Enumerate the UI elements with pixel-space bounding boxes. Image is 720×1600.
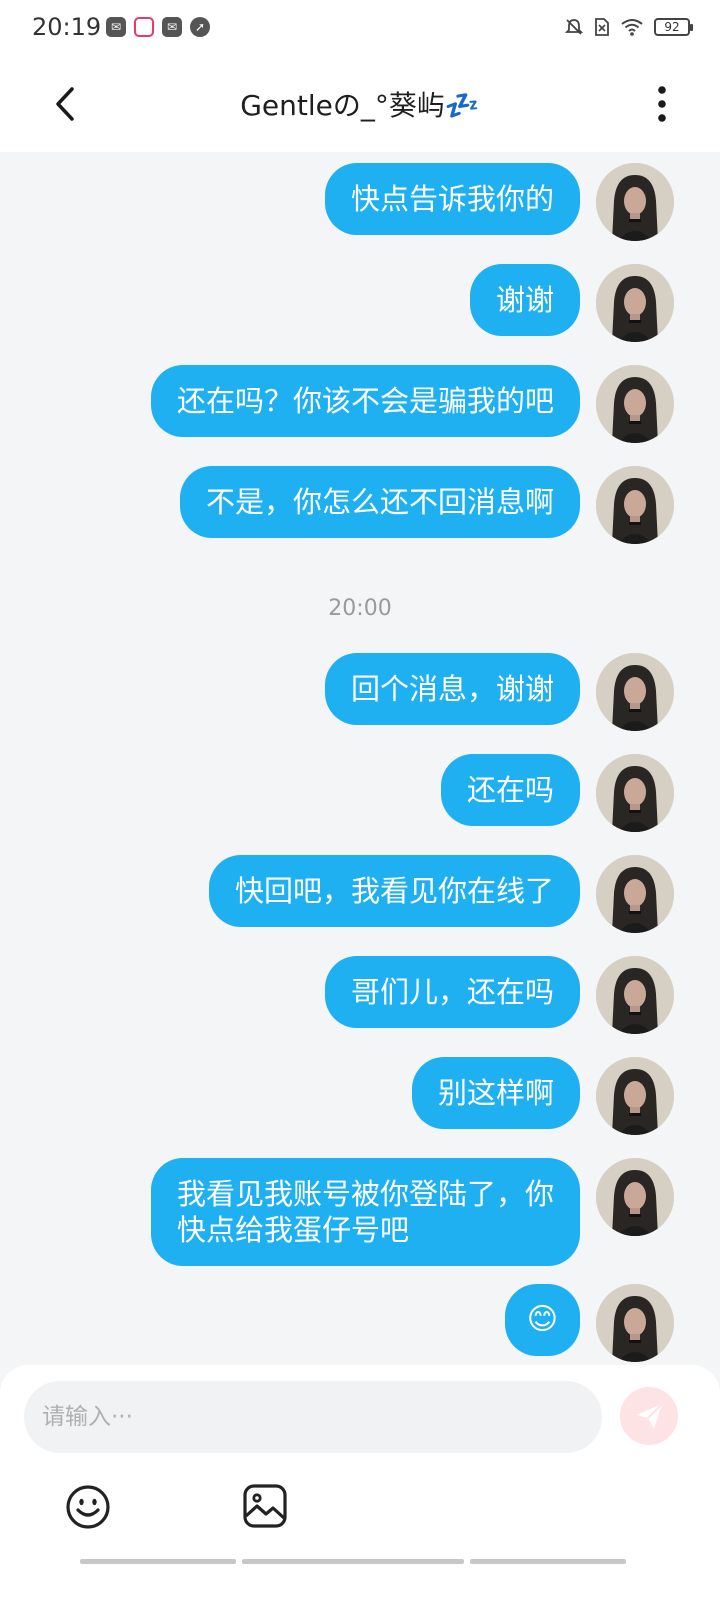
avatar-portrait <box>596 264 674 342</box>
avatar[interactable] <box>596 653 674 731</box>
send-button[interactable] <box>620 1387 678 1445</box>
no-sim-icon <box>595 18 609 36</box>
avatar-portrait <box>596 653 674 731</box>
status-right-icons: 92 <box>564 17 693 37</box>
message-bubble[interactable]: 还在吗 <box>440 754 580 826</box>
avatar[interactable] <box>596 466 674 544</box>
mail-icon: ✉ <box>162 17 182 37</box>
avatar[interactable] <box>596 855 674 933</box>
gesture-bar <box>0 1559 720 1565</box>
message-bubble[interactable]: 还在吗？你该不会是骗我的吧 <box>150 365 580 437</box>
message-input[interactable] <box>24 1381 602 1453</box>
avatar-portrait <box>596 1158 674 1236</box>
avatar-portrait <box>596 163 674 241</box>
back-button[interactable] <box>42 80 90 128</box>
avatar-portrait <box>596 855 674 933</box>
avatar[interactable] <box>596 1284 674 1362</box>
avatar[interactable] <box>596 1158 674 1236</box>
avatar-portrait <box>596 754 674 832</box>
status-left-icons: ✉ ✉ ➚ <box>106 17 210 37</box>
message-row: 不是，你怎么还不回消息啊 <box>179 466 674 544</box>
send-icon <box>636 1403 663 1429</box>
chevron-left-icon <box>56 87 74 121</box>
time-divider: 20:00 <box>328 596 392 621</box>
message-row: 回个消息，谢谢 <box>324 653 674 731</box>
message-bubble[interactable]: 😊 <box>504 1284 580 1356</box>
avatar[interactable] <box>596 1057 674 1135</box>
avatar[interactable] <box>596 956 674 1034</box>
gesture-segment <box>80 1559 236 1564</box>
avatar[interactable] <box>596 163 674 241</box>
message-bubble[interactable]: 快点告诉我你的 <box>324 163 580 235</box>
status-time: 20:19 <box>32 13 102 41</box>
message-row: 我看见我账号被你登陆了，你 快点给我蛋仔号吧 <box>150 1158 674 1266</box>
message-row: 快点告诉我你的 <box>324 163 674 241</box>
message-row: 还在吗？你该不会是骗我的吧 <box>150 365 674 443</box>
message-row: 快回吧，我看见你在线了 <box>208 855 674 933</box>
image-button[interactable] <box>242 1483 288 1529</box>
message-bubble[interactable]: 回个消息，谢谢 <box>324 653 580 725</box>
avatar-portrait <box>596 365 674 443</box>
avatar[interactable] <box>596 365 674 443</box>
message-bubble[interactable]: 快回吧，我看见你在线了 <box>208 855 580 927</box>
message-row: 还在吗 <box>440 754 674 832</box>
chat-header: Gentleの_°葵屿💤 <box>0 58 720 152</box>
emoji-button[interactable] <box>64 1483 112 1531</box>
message-row: 别这样啊 <box>411 1057 674 1135</box>
gesture-segment <box>242 1559 464 1564</box>
message-bubble[interactable]: 别这样啊 <box>411 1057 580 1129</box>
message-bubble[interactable]: 我看见我账号被你登陆了，你 快点给我蛋仔号吧 <box>150 1158 580 1266</box>
chat-title: Gentleの_°葵屿💤 <box>240 89 480 122</box>
emoji-icon <box>66 1485 110 1529</box>
message-row: 谢谢 <box>469 264 674 342</box>
avatar-portrait <box>596 466 674 544</box>
gesture-segment <box>470 1559 626 1564</box>
message-list[interactable]: 快点告诉我你的 谢谢 还在吗？你该不会是骗我的吧 不是，你怎么还不回消息啊 20… <box>0 152 720 1365</box>
message-bubble[interactable]: 谢谢 <box>469 264 580 336</box>
message-bubble[interactable]: 不是，你怎么还不回消息啊 <box>179 466 580 538</box>
video-app-icon <box>134 17 154 37</box>
more-vertical-icon <box>658 86 666 122</box>
bell-muted-icon <box>564 19 584 35</box>
compass-icon: ➚ <box>190 17 210 37</box>
avatar-portrait <box>596 1057 674 1135</box>
app-notification-icon: ✉ <box>106 17 126 37</box>
message-row: 哥们儿，还在吗 <box>324 956 674 1034</box>
message-bubble[interactable]: 哥们儿，还在吗 <box>324 956 580 1028</box>
battery-icon: 92 <box>654 18 693 36</box>
wifi-icon <box>621 19 643 36</box>
avatar[interactable] <box>596 754 674 832</box>
avatar-portrait <box>596 956 674 1034</box>
image-icon <box>243 1484 287 1528</box>
more-options-button[interactable] <box>642 80 682 128</box>
message-row: 😊 <box>504 1284 674 1362</box>
avatar-portrait <box>596 1284 674 1362</box>
avatar[interactable] <box>596 264 674 342</box>
status-bar: 20:19 ✉ ✉ ➚ 92 <box>0 0 720 58</box>
